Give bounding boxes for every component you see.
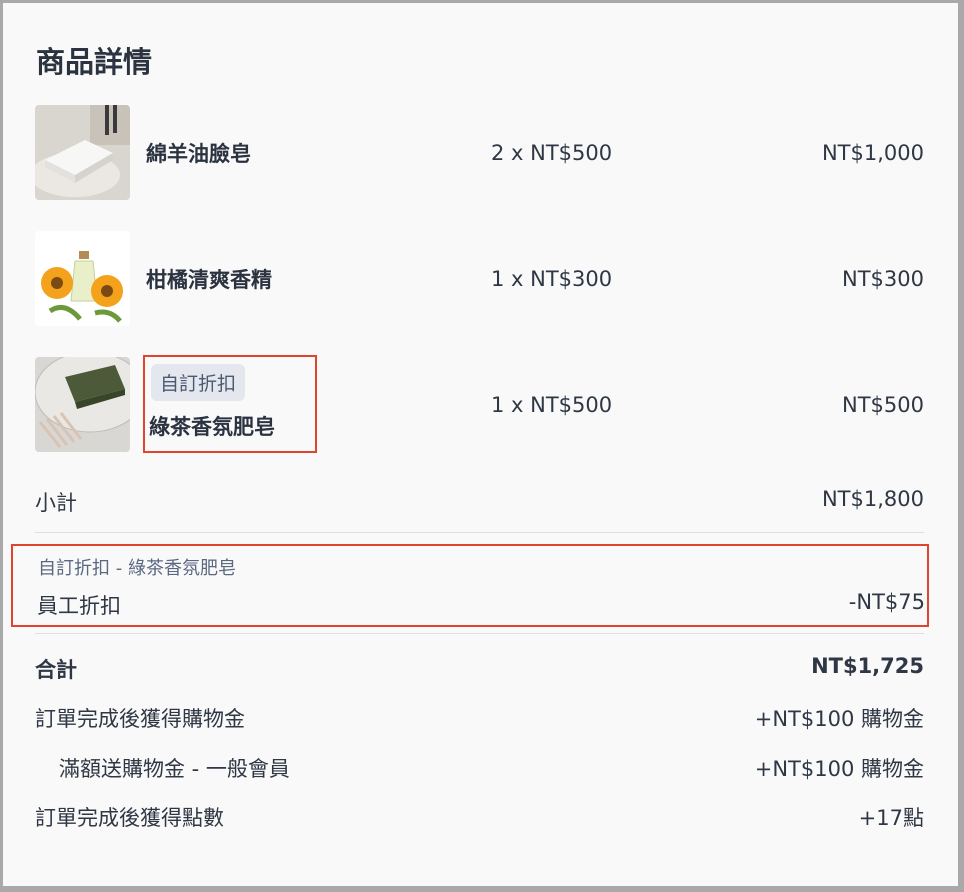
- total-label: 合計: [35, 658, 77, 682]
- reward-value: +17點: [858, 806, 924, 830]
- divider: [35, 532, 924, 533]
- reward-row: 訂單完成後獲得購物金 +NT$100 購物金: [35, 703, 924, 733]
- product-image-essence: [35, 231, 130, 326]
- custom-discount-highlight: 自訂折扣 綠茶香氛肥皂: [143, 355, 317, 453]
- item-total: NT$1,000: [821, 141, 924, 165]
- item-quantity-price: 2 x NT$500: [491, 141, 613, 165]
- subtotal-label: 小計: [35, 491, 77, 515]
- page-title: 商品詳情: [36, 45, 153, 79]
- item-total: NT$300: [842, 267, 924, 291]
- total-row: 合計 NT$1,725: [35, 654, 924, 684]
- reward-value: +NT$100 購物金: [754, 757, 924, 781]
- reward-label: 訂單完成後獲得點數: [35, 806, 224, 830]
- product-image-green-soap: [35, 357, 130, 452]
- order-details-panel: 商品詳情 綿羊油臉皂 2 x NT$500 NT$1,000 柑橘清爽香精 1 …: [3, 3, 958, 886]
- subtotal-value: NT$1,800: [821, 487, 924, 511]
- item-name: 綠茶香氛肥皂: [149, 415, 275, 439]
- reward-label: 滿額送購物金 - 一般會員: [59, 757, 290, 781]
- custom-discount-badge: 自訂折扣: [151, 364, 246, 401]
- reward-row: 滿額送購物金 - 一般會員 +NT$100 購物金: [35, 753, 924, 783]
- item-total: NT$500: [842, 393, 924, 417]
- item-name: 柑橘清爽香精: [146, 268, 272, 292]
- reward-label: 訂單完成後獲得購物金: [35, 707, 245, 731]
- discount-value: -NT$75: [848, 590, 925, 614]
- item-name: 綿羊油臉皂: [146, 142, 251, 166]
- total-value: NT$1,725: [811, 654, 924, 678]
- divider: [35, 633, 924, 634]
- product-image-soap: [35, 105, 130, 200]
- item-quantity-price: 1 x NT$500: [491, 393, 613, 417]
- discount-source: 自訂折扣 - 綠茶香氛肥皂: [38, 558, 236, 579]
- discount-highlight: 自訂折扣 - 綠茶香氛肥皂 員工折扣 -NT$75: [11, 544, 929, 627]
- list-item: 自訂折扣 綠茶香氛肥皂 1 x NT$500 NT$500: [35, 355, 924, 453]
- reward-value: +NT$100 購物金: [754, 707, 924, 731]
- item-quantity-price: 1 x NT$300: [491, 267, 613, 291]
- discount-label: 員工折扣: [37, 594, 121, 618]
- reward-row: 訂單完成後獲得點數 +17點: [35, 802, 924, 832]
- list-item: 柑橘清爽香精 1 x NT$300 NT$300: [35, 231, 924, 327]
- list-item: 綿羊油臉皂 2 x NT$500 NT$1,000: [35, 105, 924, 201]
- subtotal-row: 小計 NT$1,800: [35, 487, 924, 517]
